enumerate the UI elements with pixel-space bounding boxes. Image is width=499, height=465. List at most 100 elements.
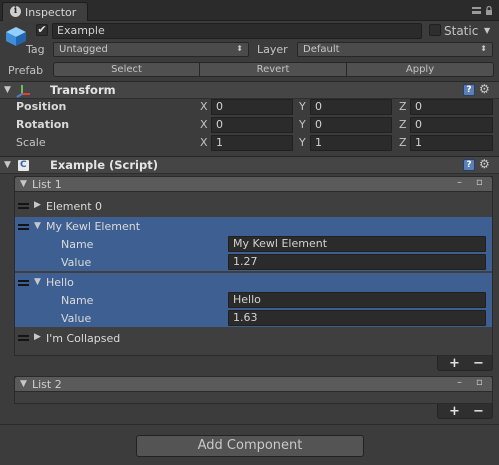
axis-z-label: Z: [399, 100, 407, 113]
divider: [0, 424, 499, 425]
static-checkbox[interactable]: [429, 24, 441, 36]
add-element-button[interactable]: +: [449, 405, 460, 418]
updown-arrow-icon: ⬍: [236, 44, 243, 53]
info-icon: i: [10, 6, 21, 17]
value-input[interactable]: 1.27: [228, 254, 486, 270]
list1-footer: + −: [437, 356, 493, 371]
element-label: Hello: [46, 276, 74, 289]
gear-icon[interactable]: ⚙: [479, 83, 490, 95]
prefab-apply-button[interactable]: Apply: [346, 62, 494, 77]
script-icon: C: [17, 159, 30, 172]
add-component-button[interactable]: Add Component: [136, 435, 364, 457]
lock-icon[interactable]: [485, 6, 493, 15]
foldout-expanded-icon[interactable]: ▼: [20, 380, 27, 389]
axis-x-label: X: [200, 136, 208, 149]
static-dropdown-arrow-icon[interactable]: ▼: [484, 27, 490, 35]
value-label: Value: [61, 256, 92, 269]
foldout-collapsed-icon[interactable]: ▶: [34, 201, 41, 210]
help-icon[interactable]: ?: [463, 84, 475, 96]
position-label: Position: [16, 100, 67, 113]
list-item-selected[interactable]: ▼ Hello Name Hello Value 1.63: [15, 273, 492, 327]
gameobject-cube-icon: [6, 27, 26, 46]
rotation-label: Rotation: [16, 118, 70, 131]
collapse-button[interactable]: –: [457, 378, 462, 388]
tag-dropdown[interactable]: Untagged ⬍: [53, 42, 249, 57]
axis-x-label: X: [200, 118, 208, 131]
axis-y-label: Y: [299, 136, 306, 149]
gear-icon[interactable]: ⚙: [479, 158, 490, 170]
drag-handle-icon[interactable]: [18, 224, 29, 230]
list1-header[interactable]: ▼ List 1 – ▫: [14, 176, 493, 192]
scale-y-field[interactable]: 1: [310, 135, 392, 151]
axis-z-label: Z: [399, 136, 407, 149]
drag-handle-icon[interactable]: [18, 335, 29, 341]
foldout-expanded-icon[interactable]: ▼: [4, 161, 11, 170]
foldout-expanded-icon[interactable]: ▼: [4, 86, 11, 95]
rotation-x-field[interactable]: 0: [211, 117, 293, 133]
element-label: My Kewl Element: [46, 220, 141, 233]
axis-z-label: Z: [399, 118, 407, 131]
position-x-field[interactable]: 0: [211, 99, 293, 115]
collapse-button[interactable]: –: [457, 178, 462, 188]
tag-value: Untagged: [59, 44, 108, 55]
prefab-label: Prefab: [8, 64, 44, 77]
gameobject-name-input[interactable]: Example: [52, 23, 422, 39]
drag-handle-icon[interactable]: [18, 280, 29, 286]
maximize-button[interactable]: ▫: [476, 178, 483, 188]
scale-z-field[interactable]: 1: [410, 135, 493, 151]
value-label: Value: [61, 312, 92, 325]
name-input[interactable]: My Kewl Element: [228, 236, 486, 252]
remove-element-button[interactable]: −: [473, 405, 484, 418]
list1-title: List 1: [32, 178, 62, 191]
updown-arrow-icon: ⬍: [480, 44, 487, 53]
foldout-collapsed-icon[interactable]: ▶: [34, 333, 41, 342]
foldout-expanded-icon[interactable]: ▼: [34, 278, 41, 287]
transform-axes-icon: [16, 85, 30, 98]
value-input[interactable]: 1.63: [228, 310, 486, 326]
position-z-field[interactable]: 0: [410, 99, 493, 115]
element-label: Element 0: [46, 200, 103, 213]
transform-header[interactable]: ▼ Transform ? ⚙: [0, 81, 499, 99]
layer-label: Layer: [257, 43, 288, 56]
list2-title: List 2: [32, 378, 62, 391]
tab-label: Inspector: [25, 6, 77, 19]
list-item[interactable]: ▶ Element 0: [15, 197, 492, 215]
menu-icon[interactable]: [472, 7, 481, 14]
element-label: I'm Collapsed: [46, 332, 121, 345]
list2-header[interactable]: ▼ List 2 – ▫: [14, 376, 493, 392]
axis-y-label: Y: [299, 118, 306, 131]
tab-inspector[interactable]: i Inspector: [2, 2, 88, 21]
layer-value: Default: [303, 44, 340, 55]
scale-x-field[interactable]: 1: [211, 135, 293, 151]
name-label: Name: [61, 238, 94, 251]
active-checkbox[interactable]: ✔: [36, 24, 48, 36]
maximize-button[interactable]: ▫: [476, 378, 483, 388]
help-icon[interactable]: ?: [463, 159, 475, 171]
position-y-field[interactable]: 0: [310, 99, 392, 115]
tag-label: Tag: [26, 43, 45, 56]
static-label: Static: [444, 24, 479, 38]
script-header[interactable]: ▼ C Example (Script) ? ⚙: [0, 156, 499, 174]
axis-x-label: X: [200, 100, 208, 113]
script-c-glyph: C: [20, 160, 27, 170]
script-title: Example (Script): [50, 158, 158, 172]
remove-element-button[interactable]: −: [473, 357, 484, 370]
rotation-z-field[interactable]: 0: [410, 117, 493, 133]
add-element-button[interactable]: +: [449, 357, 460, 370]
scale-label: Scale: [16, 136, 46, 149]
transform-title: Transform: [50, 83, 116, 97]
prefab-revert-button[interactable]: Revert: [199, 62, 347, 77]
list-item[interactable]: ▶ I'm Collapsed: [15, 329, 492, 347]
list-item-selected[interactable]: ▼ My Kewl Element Name My Kewl Element V…: [15, 217, 492, 271]
foldout-expanded-icon[interactable]: ▼: [34, 222, 41, 231]
checkmark-icon: ✔: [37, 23, 47, 36]
prefab-select-button[interactable]: Select: [53, 62, 200, 77]
drag-handle-icon[interactable]: [18, 203, 29, 209]
list2-footer: + −: [437, 404, 493, 419]
rotation-y-field[interactable]: 0: [310, 117, 392, 133]
name-input[interactable]: Hello: [228, 292, 486, 308]
foldout-expanded-icon[interactable]: ▼: [20, 180, 27, 189]
axis-y-label: Y: [299, 100, 306, 113]
layer-dropdown[interactable]: Default ⬍: [297, 42, 493, 57]
name-label: Name: [61, 294, 94, 307]
